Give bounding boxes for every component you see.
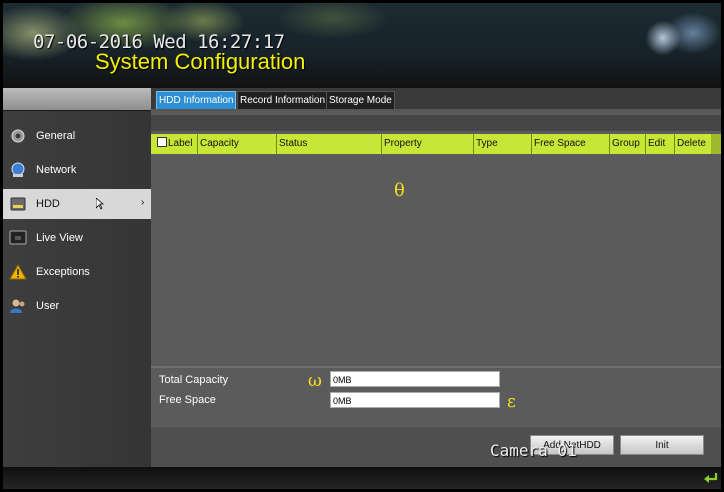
chevron-right-icon: › xyxy=(141,197,145,208)
table-scrollbar[interactable] xyxy=(711,134,721,154)
mouse-cursor-icon xyxy=(95,197,105,213)
theta-symbol: θ xyxy=(394,180,405,201)
tab-record-information[interactable]: Record Information xyxy=(237,91,329,110)
monitor-icon xyxy=(9,230,27,246)
tab-storage-mode[interactable]: Storage Mode xyxy=(326,91,395,110)
sidebar-item-label: General xyxy=(36,130,76,142)
column-property: Property xyxy=(381,134,473,154)
content-top-strip xyxy=(151,115,721,131)
bottom-bar xyxy=(3,467,721,489)
sidebar-item-label: Live View xyxy=(36,232,83,244)
sidebar-item-user[interactable]: User xyxy=(3,291,151,321)
init-button[interactable]: Init xyxy=(620,435,704,455)
sidebar-item-label: HDD xyxy=(36,198,60,210)
dvr-window: 07-06-2016 Wed 16:27:17 System Configura… xyxy=(3,3,721,489)
column-type: Type xyxy=(473,134,531,154)
hdd-table-body xyxy=(151,154,721,366)
omega-symbol: ω xyxy=(308,371,322,391)
back-icon[interactable] xyxy=(703,470,719,486)
sidebar-item-label: Exceptions xyxy=(36,266,90,278)
hdd-table-header: Label Capacity Status Property Type Free… xyxy=(151,134,711,155)
free-space-field: 0MB xyxy=(330,392,500,408)
sidebar-item-network[interactable]: Network xyxy=(3,155,151,185)
column-edit: Edit xyxy=(645,134,674,154)
user-icon xyxy=(9,298,27,314)
gear-icon xyxy=(9,128,27,144)
network-icon xyxy=(9,162,27,178)
sidebar-item-general[interactable]: General xyxy=(3,121,151,151)
sidebar: General Network HDD › Live View Exceptio… xyxy=(3,111,151,467)
sidebar-item-label: Network xyxy=(36,164,77,176)
header-banner: 07-06-2016 Wed 16:27:17 System Configura… xyxy=(3,3,721,88)
tab-hdd-information[interactable]: HDD Information xyxy=(156,91,237,110)
sidebar-item-exceptions[interactable]: Exceptions xyxy=(3,257,151,287)
camera-label: Camera 01 xyxy=(490,441,577,460)
column-label[interactable]: Label xyxy=(155,134,197,154)
total-capacity-label: Total Capacity xyxy=(159,374,229,386)
sidebar-header xyxy=(3,88,151,110)
column-free-space: Free Space xyxy=(531,134,609,154)
free-space-label: Free Space xyxy=(159,394,216,406)
warning-icon xyxy=(9,263,27,280)
select-all-checkbox[interactable] xyxy=(157,137,167,147)
column-delete: Delete xyxy=(674,134,711,154)
panel-divider xyxy=(151,366,721,368)
sidebar-item-live-view[interactable]: Live View xyxy=(3,223,151,253)
hdd-icon xyxy=(9,196,27,212)
column-group: Group xyxy=(609,134,645,154)
column-capacity: Capacity xyxy=(197,134,276,154)
epsilon-symbol: ε xyxy=(507,392,516,412)
sidebar-item-hdd[interactable]: HDD › xyxy=(3,189,151,219)
column-status: Status xyxy=(276,134,381,154)
sidebar-item-label: User xyxy=(36,300,60,312)
total-capacity-field: 0MB xyxy=(330,371,500,387)
page-title: System Configuration xyxy=(95,49,306,74)
